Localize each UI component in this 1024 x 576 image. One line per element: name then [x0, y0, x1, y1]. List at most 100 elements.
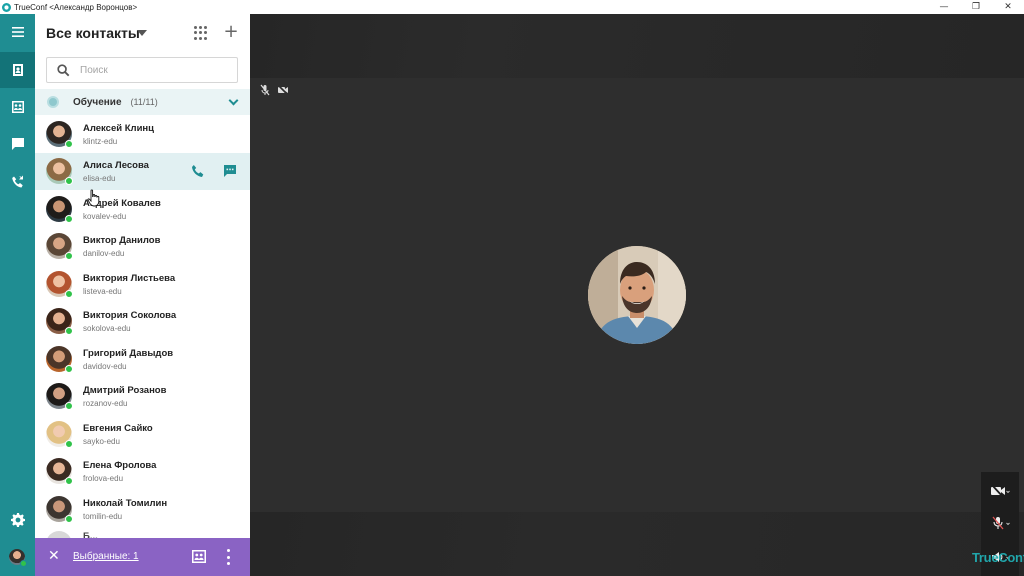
contact-name: Елена Фролова [83, 460, 157, 471]
chat-button[interactable] [223, 164, 239, 180]
contact-row-selected[interactable]: Алиса Лесова elisa-edu [35, 153, 250, 190]
chat-icon [11, 138, 24, 150]
contact-name: Николай Томилин [83, 498, 168, 509]
restore-button[interactable]: ❐ [960, 0, 992, 14]
title-bar: TrueConf <Александр Воронцов> — ❐ ✕ [0, 0, 1024, 14]
online-status-dot [65, 327, 73, 335]
camera-toggle-button[interactable] [981, 476, 1019, 506]
contact-login: klintz-edu [83, 137, 118, 146]
contact-login: sayko-edu [83, 437, 120, 446]
top-band [250, 14, 1024, 78]
search-box[interactable] [46, 57, 238, 83]
panel-header: Все контакты + [35, 14, 250, 54]
more-options-icon[interactable] [227, 549, 231, 565]
remote-participant-avatar [588, 246, 686, 344]
group-count: (11/11) [130, 97, 158, 107]
bottom-band [250, 512, 1024, 576]
contact-login: danilov-edu [83, 249, 125, 258]
close-window-button[interactable]: ✕ [992, 0, 1024, 14]
user-avatar[interactable] [9, 549, 27, 567]
contact-row[interactable]: Дмитрий Розанов rozanov-edu [35, 378, 250, 415]
selected-count-link[interactable]: Выбранные: 1 [73, 551, 139, 562]
online-status-dot [65, 215, 73, 223]
contact-login: sokolova-edu [83, 324, 131, 333]
group-icon [47, 96, 59, 108]
online-status-dot [65, 477, 73, 485]
contact-row[interactable]: Григорий Давыдов davidov-edu [35, 341, 250, 378]
dialpad-icon[interactable] [193, 26, 207, 40]
trueconf-logo-icon [2, 2, 11, 12]
contact-login: elisa-edu [83, 174, 116, 183]
chats-tab[interactable] [0, 126, 35, 162]
contacts-panel: Все контакты + Обучение (11/11) Алексей … [35, 14, 250, 576]
chevron-down-icon[interactable] [228, 95, 239, 106]
trueconf-brand-logo: TrueConf [972, 550, 1024, 565]
contact-login: listeva-edu [83, 287, 122, 296]
mic-off-icon [992, 516, 1010, 530]
online-status-dot [65, 290, 73, 298]
contact-login: rozanov-edu [83, 399, 128, 408]
conference-icon [192, 550, 206, 563]
online-status-dot [65, 252, 73, 260]
online-status-dot [65, 515, 73, 523]
gear-icon [10, 513, 25, 527]
contact-name: Григорий Давыдов [83, 348, 174, 359]
mic-off-icon [260, 84, 270, 96]
online-status-dot [65, 140, 73, 148]
microphone-toggle-button[interactable] [981, 508, 1019, 538]
contact-login: frolova-edu [83, 474, 124, 483]
add-contact-button[interactable]: + [221, 22, 241, 42]
phone-icon [192, 165, 204, 177]
online-status-dot [65, 365, 73, 373]
minimize-button[interactable]: — [928, 0, 960, 14]
search-input[interactable] [80, 64, 220, 76]
chat-icon [224, 165, 236, 177]
contact-row[interactable]: Виктория Соколова sokolova-edu [35, 303, 250, 340]
contact-row[interactable]: Елена Фролова frolova-edu [35, 453, 250, 490]
selection-bar: ✕ Выбранные: 1 [35, 538, 250, 576]
contact-name: Виктор Данилов [83, 235, 161, 246]
contact-name: Алексей Клинц [83, 123, 154, 134]
window-title: TrueConf <Александр Воронцов> [14, 2, 138, 12]
self-status-indicators [259, 84, 289, 96]
contact-row[interactable]: Виктория Листьева listeva-edu [35, 266, 250, 303]
contact-login: tomilin-edu [83, 512, 123, 521]
contact-row[interactable]: Николай Томилин tomilin-edu [35, 491, 250, 528]
online-status-dot [20, 560, 27, 567]
contact-login: kovalev-edu [83, 212, 127, 221]
conferences-tab[interactable] [0, 89, 35, 125]
call-button[interactable] [191, 164, 207, 180]
call-history-tab[interactable] [0, 164, 35, 200]
group-name: Обучение [73, 96, 122, 108]
contacts-icon [12, 64, 23, 76]
camera-off-icon [277, 84, 289, 96]
online-status-dot [65, 440, 73, 448]
contact-name: Дмитрий Розанов [83, 385, 167, 396]
conference-icon [11, 101, 24, 113]
chevron-down-icon[interactable] [137, 30, 147, 36]
contact-row[interactable]: Андрей Ковалев kovalev-edu [35, 191, 250, 228]
group-header[interactable]: Обучение (11/11) [35, 89, 250, 115]
contact-row[interactable]: Виктор Данилов danilov-edu [35, 228, 250, 265]
contact-name: Виктория Соколова [83, 310, 177, 321]
contacts-tab[interactable] [0, 52, 35, 88]
contact-row[interactable]: Алексей Клинц klintz-edu [35, 116, 250, 153]
contact-name: Евгения Сайко [83, 423, 153, 434]
hand-cursor-icon [87, 189, 100, 207]
menu-button[interactable] [0, 14, 35, 50]
navigation-rail [0, 14, 35, 576]
participant-photo [588, 246, 686, 344]
online-status-dot [65, 177, 73, 185]
camera-off-icon [991, 484, 1010, 498]
video-stage: TrueConf [250, 14, 1024, 576]
contact-row[interactable]: Евгения Сайко sayko-edu [35, 416, 250, 453]
create-conference-button[interactable] [192, 550, 206, 563]
search-icon [57, 63, 70, 76]
contacts-title[interactable]: Все контакты [46, 25, 140, 41]
contact-name: Виктория Листьева [83, 273, 176, 284]
contact-name: Алиса Лесова [83, 160, 149, 171]
settings-button[interactable] [0, 502, 35, 538]
contact-login: davidov-edu [83, 362, 127, 371]
online-status-dot [65, 402, 73, 410]
clear-selection-button[interactable]: ✕ [48, 548, 60, 564]
